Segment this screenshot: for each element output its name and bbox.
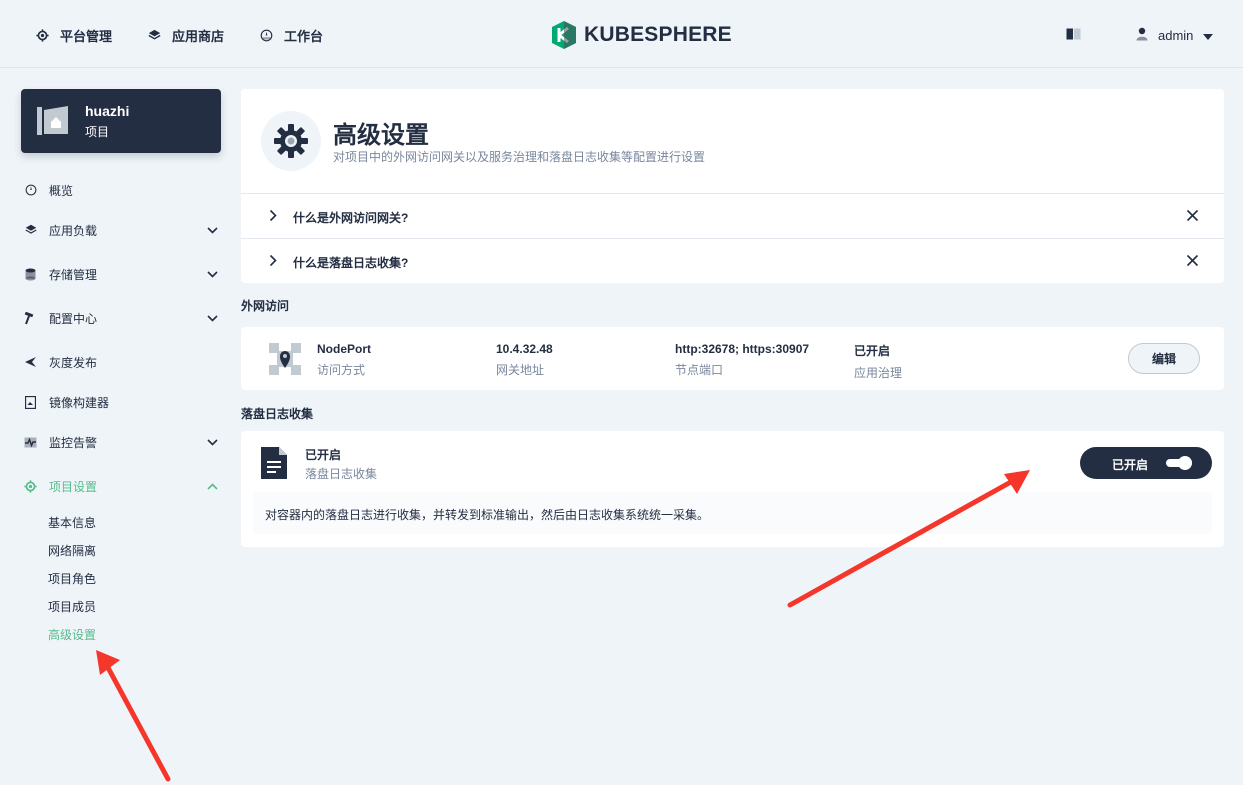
sidebar-item-label: 存储管理: [49, 267, 98, 282]
nav-platform-label: 平台管理: [60, 28, 113, 44]
log-collection-status: 已开启: [305, 448, 342, 462]
sidebar-subitem-project-members[interactable]: 项目成员: [48, 598, 96, 614]
close-icon[interactable]: [1186, 209, 1199, 225]
sidebar-subitem-advanced-settings[interactable]: 高级设置: [48, 626, 96, 642]
nav-app-store-label: 应用商店: [172, 28, 225, 44]
project-icon: [37, 104, 69, 139]
sidebar-item-label: 灰度发布: [49, 355, 98, 370]
sidebar-subitem-network-isolation[interactable]: 网络隔离: [48, 542, 96, 558]
chevron-up-icon: [207, 479, 218, 493]
page-description: 对项目中的外网访问网关以及服务治理和落盘日志收集等配置进行设置: [333, 150, 706, 164]
monitor-icon: [24, 436, 37, 449]
gateway-address-label: 网关地址: [496, 363, 545, 377]
close-icon[interactable]: [1186, 254, 1199, 270]
user-icon: [1136, 27, 1148, 44]
dashboard-icon: [258, 27, 274, 43]
log-collection-toggle[interactable]: 已开启: [1080, 447, 1212, 479]
image-builder-icon: [24, 395, 37, 409]
faq-question: 什么是落盘日志收集?: [293, 256, 409, 270]
edit-gateway-button[interactable]: 编辑: [1128, 343, 1200, 374]
gateway-address: 10.4.32.48 网关地址: [496, 342, 553, 378]
bird-icon: [24, 356, 37, 369]
project-name: huazhi: [85, 102, 130, 119]
gateway-governance: 已开启 应用治理: [854, 342, 902, 381]
sidebar-item-overview[interactable]: 概览: [24, 180, 222, 200]
gateway-icon: [269, 343, 301, 378]
project-type: 项目: [85, 124, 110, 139]
sidebar-item-label: 应用负载: [49, 223, 98, 238]
chevron-down-icon: [207, 311, 218, 325]
faq-item-gateway[interactable]: 什么是外网访问网关?: [241, 193, 1224, 238]
gateway-mode-value: NodePort: [317, 342, 371, 356]
dashboard-icon: [24, 184, 37, 197]
faq-question: 什么是外网访问网关?: [293, 211, 409, 225]
sidebar-item-label: 概览: [49, 183, 74, 198]
hammer-icon: [24, 311, 37, 325]
user-name: admin: [1158, 27, 1194, 43]
chevron-down-icon: [207, 267, 218, 281]
gateway-ports-label: 节点端口: [675, 363, 724, 377]
annotation-arrow-sidebar: [96, 650, 171, 782]
gateway-card: NodePort 访问方式 10.4.32.48 网关地址 http:32678…: [241, 327, 1224, 390]
gateway-governance-label: 应用治理: [854, 366, 903, 380]
sidebar-item-monitoring-alerts[interactable]: 监控告警: [24, 432, 222, 452]
kubesphere-logo[interactable]: KUBESPHERE: [550, 20, 732, 50]
nav-workbench[interactable]: 工作台: [258, 26, 323, 44]
chevron-down-icon: [207, 223, 218, 237]
appstore-icon: [24, 224, 37, 237]
sidebar-item-label: 配置中心: [49, 311, 98, 326]
gateway-mode: NodePort 访问方式: [317, 342, 371, 378]
log-collection-description: 对容器内的落盘日志进行收集，并转发到标准输出，然后由日志收集系统统一采集。: [253, 492, 1212, 534]
sidebar-item-config-center[interactable]: 配置中心: [24, 308, 222, 328]
sidebar-item-image-builder[interactable]: 镜像构建器: [24, 392, 222, 412]
log-collection-card: 已开启 落盘日志收集 已开启 对容器内的落盘日志进行收集，并转发到标准输出，然后…: [241, 431, 1224, 547]
gateway-ports-value: http:32678; https:30907: [675, 342, 810, 356]
nav-workbench-label: 工作台: [284, 28, 324, 44]
gear-icon: [34, 27, 50, 43]
gear-icon: [24, 479, 37, 493]
gateway-section-title: 外网访问: [241, 299, 290, 313]
log-collection-section-title: 落盘日志收集: [241, 407, 314, 421]
advanced-settings-header: 高级设置 对项目中的外网访问网关以及服务治理和落盘日志收集等配置进行设置 什么是…: [241, 89, 1224, 283]
appstore-icon: [146, 27, 162, 43]
gear-icon: [261, 111, 321, 171]
log-collection-name: 落盘日志收集: [305, 467, 378, 481]
toggle-knob: [1178, 456, 1192, 470]
database-icon: [24, 268, 37, 281]
documentation-icon[interactable]: [1066, 28, 1081, 43]
sidebar-item-label: 监控告警: [49, 435, 98, 450]
document-icon: [261, 447, 287, 482]
sidebar-item-label: 镜像构建器: [49, 395, 110, 410]
chevron-down-icon: [207, 435, 218, 449]
sidebar-item-storage[interactable]: 存储管理: [24, 264, 222, 284]
nav-app-store[interactable]: 应用商店: [146, 26, 224, 44]
chevron-right-icon: [269, 209, 277, 225]
user-menu[interactable]: admin: [1136, 26, 1214, 44]
sidebar-item-label: 项目设置: [49, 479, 98, 494]
sidebar-item-project-settings[interactable]: 项目设置: [24, 476, 222, 496]
page-title: 高级设置: [333, 122, 429, 149]
sidebar-item-app-workloads[interactable]: 应用负载: [24, 220, 222, 240]
faq-item-log-collection[interactable]: 什么是落盘日志收集?: [241, 238, 1224, 283]
toggle-label: 已开启: [1112, 458, 1149, 472]
nav-platform-management[interactable]: 平台管理: [34, 26, 112, 44]
gateway-ports: http:32678; https:30907 节点端口: [675, 342, 809, 378]
top-navigation: 平台管理 应用商店 工作台 KUBESPHERE admin: [0, 0, 1243, 68]
gateway-mode-label: 访问方式: [317, 363, 366, 377]
gateway-governance-value: 已开启: [854, 344, 891, 358]
sidebar-subitem-project-roles[interactable]: 项目角色: [48, 570, 96, 586]
project-card[interactable]: huazhi 项目: [21, 89, 221, 153]
kubesphere-logo-icon: [552, 21, 576, 49]
logo-text: KUBESPHERE: [584, 23, 732, 46]
caret-down-icon: [1203, 28, 1214, 43]
sidebar-item-grayscale-release[interactable]: 灰度发布: [24, 352, 222, 372]
chevron-right-icon: [269, 254, 277, 270]
gateway-address-value: 10.4.32.48: [496, 342, 553, 356]
sidebar-subitem-basic-info[interactable]: 基本信息: [48, 514, 96, 530]
